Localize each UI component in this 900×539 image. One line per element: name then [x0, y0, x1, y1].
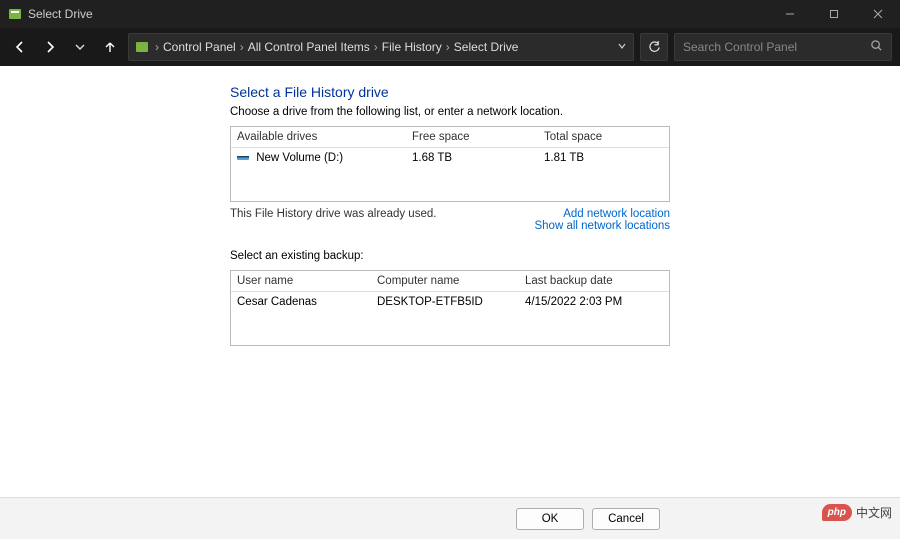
close-button[interactable]	[856, 0, 900, 28]
recent-dropdown[interactable]	[68, 35, 92, 59]
address-dropdown-icon[interactable]	[617, 40, 627, 54]
search-icon[interactable]	[870, 39, 883, 55]
control-panel-icon	[135, 40, 149, 54]
backup-computer: DESKTOP-ETFB5ID	[371, 294, 519, 310]
watermark: php 中文网	[822, 504, 892, 521]
available-drives-list[interactable]: Available drives Free space Total space …	[230, 126, 670, 202]
titlebar: Select Drive	[0, 0, 900, 28]
drive-total: 1.81 TB	[538, 150, 669, 166]
breadcrumb-item[interactable]: All Control Panel Items	[248, 40, 370, 54]
watermark-badge: php	[822, 504, 852, 521]
backup-section-label: Select an existing backup:	[230, 250, 900, 262]
drives-header-row: Available drives Free space Total space	[231, 127, 669, 148]
backup-row[interactable]: Cesar Cadenas DESKTOP-ETFB5ID 4/15/2022 …	[231, 292, 669, 312]
refresh-button[interactable]	[640, 33, 668, 61]
add-network-location-link[interactable]: Add network location	[534, 208, 670, 220]
chevron-right-icon: ›	[155, 40, 159, 54]
content-area: Select a File History drive Choose a dri…	[0, 66, 900, 346]
cancel-button[interactable]: Cancel	[592, 508, 660, 530]
search-box[interactable]	[674, 33, 892, 61]
page-instruction: Choose a drive from the following list, …	[230, 106, 900, 118]
breadcrumb-item[interactable]: Select Drive	[454, 40, 519, 54]
drive-row[interactable]: New Volume (D:) 1.68 TB 1.81 TB	[231, 148, 669, 168]
col-header-drives[interactable]: Available drives	[231, 127, 406, 147]
app-icon	[8, 7, 22, 21]
col-header-total[interactable]: Total space	[538, 127, 669, 147]
address-bar[interactable]: › Control Panel › All Control Panel Item…	[128, 33, 634, 61]
footer: OK Cancel	[0, 497, 900, 539]
drive-status-message: This File History drive was already used…	[230, 208, 436, 232]
forward-button[interactable]	[38, 35, 62, 59]
col-header-date[interactable]: Last backup date	[519, 271, 669, 291]
backup-user: Cesar Cadenas	[231, 294, 371, 310]
show-all-network-locations-link[interactable]: Show all network locations	[534, 220, 670, 232]
minimize-button[interactable]	[768, 0, 812, 28]
up-button[interactable]	[98, 35, 122, 59]
drive-free: 1.68 TB	[406, 150, 538, 166]
window-title: Select Drive	[28, 7, 93, 21]
backups-header-row: User name Computer name Last backup date	[231, 271, 669, 292]
col-header-computer[interactable]: Computer name	[371, 271, 519, 291]
drive-icon	[237, 154, 249, 162]
drive-links-row: This File History drive was already used…	[230, 208, 670, 232]
watermark-text: 中文网	[856, 504, 892, 521]
col-header-free[interactable]: Free space	[406, 127, 538, 147]
maximize-button[interactable]	[812, 0, 856, 28]
search-input[interactable]	[683, 40, 870, 54]
breadcrumb-item[interactable]: File History	[382, 40, 442, 54]
chevron-right-icon: ›	[374, 40, 378, 54]
existing-backups-list[interactable]: User name Computer name Last backup date…	[230, 270, 670, 346]
col-header-user[interactable]: User name	[231, 271, 371, 291]
back-button[interactable]	[8, 35, 32, 59]
breadcrumb-item[interactable]: Control Panel	[163, 40, 236, 54]
page-heading: Select a File History drive	[230, 84, 900, 100]
ok-button[interactable]: OK	[516, 508, 584, 530]
backup-date: 4/15/2022 2:03 PM	[519, 294, 669, 310]
chevron-right-icon: ›	[240, 40, 244, 54]
navbar: › Control Panel › All Control Panel Item…	[0, 28, 900, 66]
drive-name: New Volume (D:)	[256, 152, 343, 164]
chevron-right-icon: ›	[446, 40, 450, 54]
